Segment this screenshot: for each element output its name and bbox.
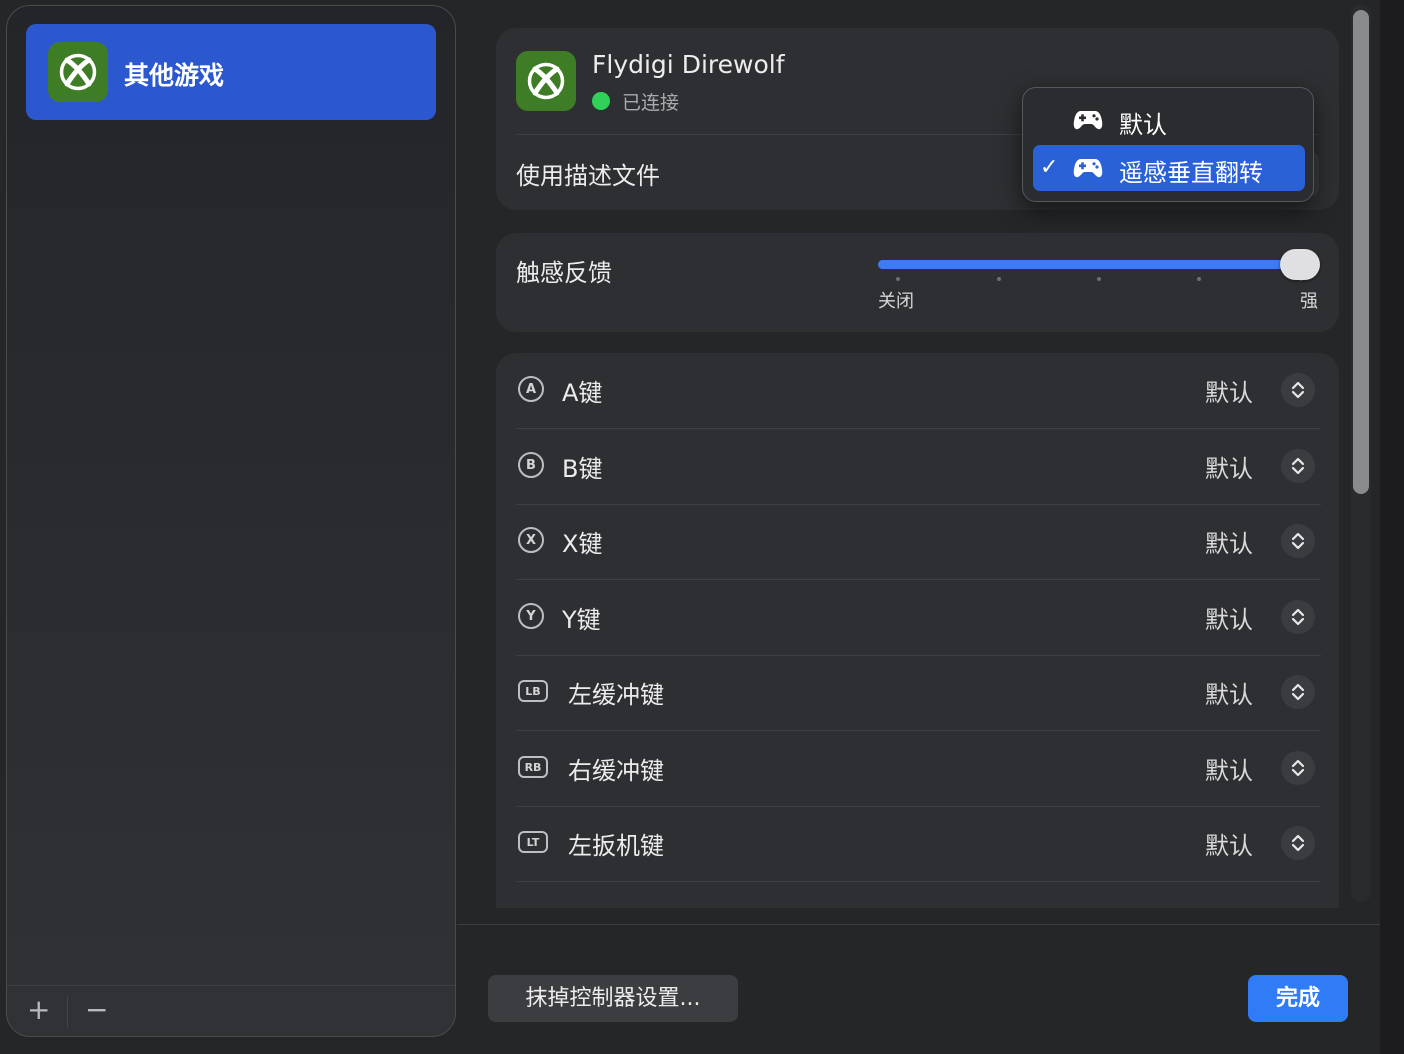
gamepad-icon (1073, 109, 1103, 135)
b-button-icon: B (518, 452, 544, 478)
mapping-row-rb: RB 右缓冲键 默认 (516, 731, 1321, 807)
remove-button[interactable]: − (85, 996, 108, 1024)
window: 其他游戏 + − Flydigi Direwolf 已连接 使用描述文件 触感反… (0, 0, 1381, 1054)
menu-item-label: 默认 (1119, 111, 1167, 139)
xbox-icon (48, 42, 108, 102)
popup-stepper-icon[interactable] (1281, 449, 1315, 483)
status-indicator (592, 92, 610, 110)
popup-stepper-icon[interactable] (1281, 751, 1315, 785)
slider-tick (896, 277, 900, 281)
slider-max-label: 强 (1300, 291, 1318, 312)
divider (67, 996, 68, 1028)
menu-item-default[interactable]: 默认 (1033, 97, 1305, 143)
haptics-slider-knob[interactable] (1280, 249, 1320, 280)
haptics-slider-track[interactable] (878, 260, 1318, 269)
add-button[interactable]: + (27, 996, 50, 1024)
slider-tick (1197, 277, 1201, 281)
row-label: 右缓冲键 (568, 757, 664, 785)
lb-button-icon: LB (518, 680, 548, 702)
menu-item-stick-vertical-flip[interactable]: ✓ 遥感垂直翻转 (1033, 145, 1305, 191)
row-value: 默认 (1205, 606, 1253, 634)
sidebar-item-label: 其他游戏 (124, 61, 225, 90)
row-value: 默认 (1205, 455, 1253, 483)
slider-tick (997, 277, 1001, 281)
row-label: X键 (562, 530, 603, 558)
connection-status: 已连接 (622, 92, 680, 114)
profile-dropdown-menu: 默认 ✓ 遥感垂直翻转 (1022, 87, 1314, 202)
haptics-label: 触感反馈 (516, 259, 612, 287)
profile-label: 使用描述文件 (516, 162, 660, 190)
background-strip (1380, 0, 1404, 1054)
row-value: 默认 (1205, 530, 1253, 558)
slider-min-label: 关闭 (878, 291, 914, 312)
scrollbar-thumb[interactable] (1353, 10, 1369, 494)
haptics-slider-fill (878, 260, 1318, 269)
lt-button-icon: LT (518, 831, 548, 853)
scrollbar[interactable] (1347, 4, 1373, 904)
mapping-row-y: Y Y键 默认 (516, 580, 1321, 656)
popup-stepper-icon[interactable] (1281, 373, 1315, 407)
a-button-icon: A (518, 376, 544, 402)
row-value: 默认 (1205, 832, 1253, 860)
rb-button-icon: RB (518, 756, 548, 778)
xbox-icon (516, 51, 576, 111)
row-label: 左缓冲键 (568, 681, 664, 709)
wipe-controller-settings-button[interactable]: 抹掉控制器设置... (488, 975, 738, 1022)
row-label: 左扳机键 (568, 832, 664, 860)
slider-tick (1097, 277, 1101, 281)
button-mapping-card: A A键 默认 B B键 默认 X X键 默认 Y Y键 默认 LB 左缓冲键 … (496, 353, 1339, 908)
row-label: Y键 (562, 606, 601, 634)
popup-stepper-icon[interactable] (1281, 675, 1315, 709)
divider (516, 881, 1321, 882)
y-button-icon: Y (518, 603, 544, 629)
row-label: A键 (562, 379, 603, 407)
row-value: 默认 (1205, 681, 1253, 709)
checkmark-icon: ✓ (1040, 155, 1059, 180)
mapping-row-b: B B键 默认 (516, 429, 1321, 505)
sidebar-footer: + − (7, 985, 455, 1036)
popup-stepper-icon[interactable] (1281, 524, 1315, 558)
menu-item-label: 遥感垂直翻转 (1119, 159, 1263, 187)
mapping-row-x: X X键 默认 (516, 504, 1321, 580)
sidebar: 其他游戏 + − (6, 5, 456, 1037)
divider (457, 924, 1380, 925)
x-button-icon: X (518, 527, 544, 553)
popup-stepper-icon[interactable] (1281, 600, 1315, 634)
gamepad-icon (1073, 157, 1103, 183)
sidebar-item-other-games[interactable]: 其他游戏 (26, 24, 436, 120)
mapping-row-a: A A键 默认 (516, 353, 1321, 429)
popup-stepper-icon[interactable] (1281, 826, 1315, 860)
device-name: Flydigi Direwolf (592, 50, 785, 79)
row-value: 默认 (1205, 379, 1253, 407)
row-value: 默认 (1205, 757, 1253, 785)
haptics-card: 触感反馈 关闭 强 (496, 233, 1339, 332)
mapping-row-lt: LT 左扳机键 默认 (516, 806, 1321, 882)
done-button[interactable]: 完成 (1248, 975, 1348, 1022)
row-label: B键 (562, 455, 603, 483)
mapping-row-lb: LB 左缓冲键 默认 (516, 655, 1321, 731)
